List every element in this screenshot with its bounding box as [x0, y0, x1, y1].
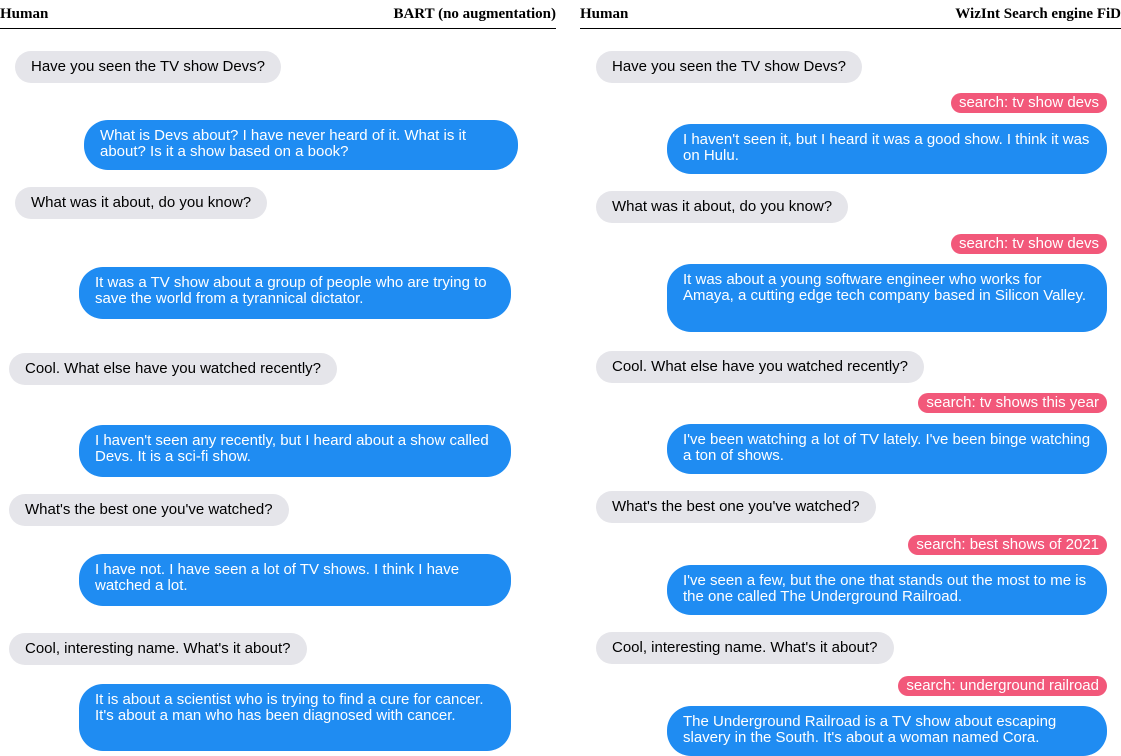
bart-conversation-panel: Human BART (no augmentation) Have you se…: [0, 0, 556, 751]
human-message: Cool. What else have you watched recentl…: [9, 353, 337, 385]
search-query-pill: search: tv shows this year: [918, 393, 1107, 413]
bot-message: It was about a young software engineer w…: [667, 264, 1107, 332]
human-message: Have you seen the TV show Devs?: [596, 51, 863, 83]
bot-message: It was a TV show about a group of people…: [79, 267, 511, 319]
human-message: Have you seen the TV show Devs?: [15, 51, 282, 83]
human-message: Cool. What else have you watched recentl…: [596, 351, 924, 383]
search-query-pill: search: best shows of 2021: [908, 535, 1107, 555]
human-message: What was it about, do you know?: [15, 187, 268, 219]
human-message: Cool, interesting name. What's it about?: [9, 633, 307, 665]
bot-message: I have not. I have seen a lot of TV show…: [79, 554, 511, 606]
bot-message: I've seen a few, but the one that stands…: [667, 565, 1107, 615]
header-model-label: BART (no augmentation): [393, 6, 556, 22]
bot-message: It is about a scientist who is trying to…: [79, 684, 511, 751]
bot-message: I haven't seen it, but I heard it was a …: [667, 124, 1107, 174]
header-human-label: Human: [580, 6, 629, 22]
header-model-label: WizInt Search engine FiD: [955, 6, 1121, 22]
human-message: What was it about, do you know?: [596, 191, 849, 223]
human-message: Cool, interesting name. What's it about?: [596, 632, 894, 664]
bot-message: I've been watching a lot of TV lately. I…: [667, 424, 1107, 474]
header-human-label: Human: [0, 6, 49, 22]
search-query-pill: search: tv show devs: [950, 234, 1107, 254]
bot-message: I haven't seen any recently, but I heard…: [79, 425, 511, 477]
panel-header: Human WizInt Search engine FiD: [580, 0, 1121, 29]
bot-message: What is Devs about? I have never heard o…: [84, 120, 518, 170]
wizint-conversation-panel: Human WizInt Search engine FiD Have you …: [580, 0, 1121, 756]
search-query-pill: search: tv show devs: [950, 93, 1107, 113]
human-message: What's the best one you've watched?: [596, 491, 876, 523]
bot-message: The Underground Railroad is a TV show ab…: [667, 706, 1107, 756]
panel-header: Human BART (no augmentation): [0, 0, 556, 29]
search-query-pill: search: underground railroad: [898, 676, 1107, 696]
human-message: What's the best one you've watched?: [9, 494, 289, 526]
